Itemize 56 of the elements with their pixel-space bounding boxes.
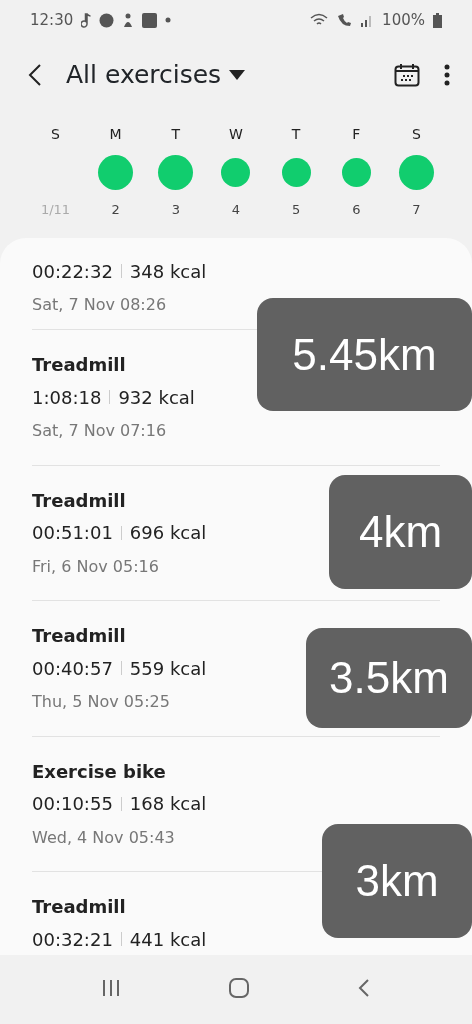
date-label: 4 bbox=[231, 201, 241, 219]
date-time-text: Wed, 4 Nov 05:43 bbox=[32, 826, 176, 849]
date-label: 6 bbox=[352, 201, 361, 219]
calories-text: 168 kcal bbox=[129, 792, 207, 816]
duration-text: 00:10:55 bbox=[32, 792, 113, 816]
weekday-label: F bbox=[352, 125, 361, 144]
weekday-label: T bbox=[291, 125, 301, 144]
distance-label: 4km bbox=[329, 474, 472, 589]
calendar-icon[interactable] bbox=[394, 63, 420, 87]
exercise-name: Exercise bike bbox=[32, 759, 166, 784]
exercise-name: Treadmill bbox=[32, 624, 126, 648]
calories-text: 441 kcal bbox=[129, 927, 207, 952]
duration-text: 00:22:32 bbox=[32, 259, 113, 284]
exercise-name: Treadmill bbox=[32, 895, 126, 919]
date-label: 3 bbox=[171, 201, 180, 219]
distance-label: 5.45km bbox=[257, 298, 472, 411]
weekday-label: S bbox=[412, 125, 421, 144]
back-nav-icon[interactable] bbox=[356, 978, 371, 998]
square-app-icon bbox=[142, 12, 158, 28]
date-time-text: Sat, 7 Nov 07:16 bbox=[32, 420, 168, 442]
exercise-name: Treadmill bbox=[32, 488, 126, 513]
weekday-label: M bbox=[109, 125, 122, 144]
calories-text: 696 kcal bbox=[129, 521, 207, 545]
duration-text: 1:08:18 bbox=[32, 385, 102, 410]
home-icon[interactable] bbox=[228, 977, 250, 999]
calories-text: 348 kcal bbox=[129, 259, 207, 284]
battery-icon bbox=[433, 12, 442, 28]
circle-app-icon bbox=[99, 12, 115, 28]
date-label: 7 bbox=[412, 201, 421, 219]
weekday-label: S bbox=[51, 125, 60, 144]
date-time-text: Fri, 6 Nov 05:16 bbox=[32, 555, 160, 578]
recent-apps-icon[interactable] bbox=[101, 979, 122, 997]
date-label: 1/11 bbox=[40, 201, 71, 219]
music-note-icon bbox=[81, 12, 92, 28]
duration-text: 00:40:57 bbox=[32, 656, 113, 681]
weekday-label: T bbox=[171, 125, 181, 144]
date-time-text: Sat, 7 Nov 08:26 bbox=[32, 294, 168, 316]
calories-text: 559 kcal bbox=[129, 656, 207, 681]
calories-text: 932 kcal bbox=[118, 385, 195, 410]
weekday-label: W bbox=[229, 125, 243, 144]
status-time: 12:30 bbox=[30, 9, 74, 31]
more-options-icon[interactable] bbox=[444, 63, 450, 87]
duration-text: 00:51:01 bbox=[32, 521, 113, 545]
date-time-text: Thu, 5 Nov 05:25 bbox=[32, 691, 171, 713]
figure-app-icon bbox=[122, 12, 135, 28]
distance-label: 3km bbox=[322, 823, 472, 938]
duration-text: 00:32:21 bbox=[32, 927, 113, 952]
battery-percentage: 100% bbox=[382, 9, 425, 31]
date-label: 5 bbox=[292, 201, 301, 219]
back-icon[interactable] bbox=[28, 63, 42, 87]
exercise-name: Treadmill bbox=[32, 353, 126, 377]
filter-dropdown[interactable]: All exercises bbox=[66, 56, 246, 94]
dot-icon bbox=[165, 17, 172, 23]
distance-label: 3.5km bbox=[306, 628, 472, 728]
dropdown-caret-icon bbox=[229, 70, 246, 80]
date-label: 2 bbox=[111, 201, 120, 219]
